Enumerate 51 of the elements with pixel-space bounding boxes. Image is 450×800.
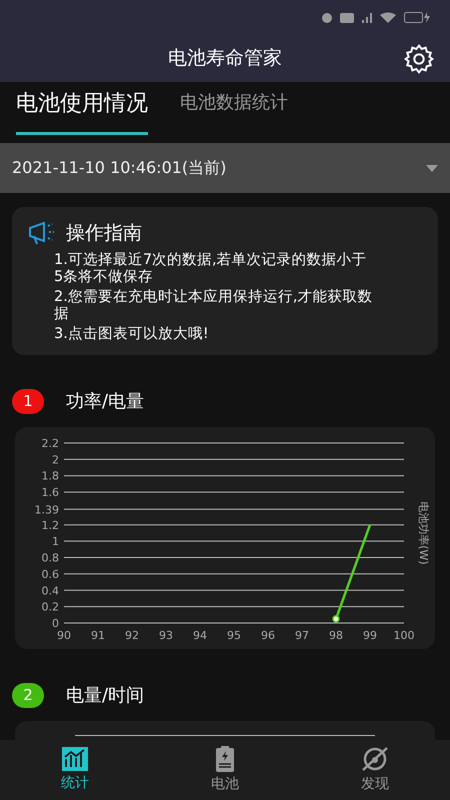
y-tick-label: 0.2 (42, 600, 59, 614)
battery-icon (215, 746, 235, 772)
guide-item: 3.点击图表可以放大哦! (54, 326, 210, 342)
nav-tab[interactable]: 统计 (35, 746, 115, 794)
tab[interactable]: 电池使用情况 (16, 87, 148, 135)
record-dropdown[interactable]: 2021-11-10 10:46:01(当前) (0, 143, 450, 193)
x-tick-label: 100 (394, 628, 414, 642)
y-tick-label: 0.8 (42, 551, 59, 564)
battery-status-icon (404, 12, 430, 23)
x-tick-label: 90 (57, 628, 71, 642)
tab[interactable]: 电池数据统计 (180, 89, 288, 135)
y-tick-label: 2.2 (42, 436, 59, 450)
dropdown-caret-icon (426, 164, 438, 172)
eye-orbit-icon (361, 746, 389, 772)
settings-button[interactable] (402, 42, 436, 76)
section-title: 电量/时间 (66, 684, 144, 708)
y-tick-label: 1.6 (42, 486, 59, 499)
x-tick-label: 97 (295, 628, 309, 642)
y-tick-label: 1.39 (34, 502, 59, 516)
x-tick-label: 98 (329, 628, 343, 642)
y-axis-title: 电池功率(W) (417, 500, 430, 564)
y-tick-label: 1.2 (42, 518, 59, 532)
x-tick-label: 96 (261, 628, 275, 642)
guide-title: 操作指南 (66, 221, 142, 246)
settings-icon (403, 43, 435, 75)
x-tick-label: 95 (227, 628, 241, 642)
y-tick-label: 0 (52, 616, 59, 630)
section-number: 2 (12, 682, 44, 708)
y-tick-label: 1.8 (42, 469, 59, 482)
nav-tab[interactable]: 电池 (185, 746, 265, 794)
x-tick-label: 91 (91, 628, 105, 642)
y-tick-label: 2 (52, 452, 59, 466)
signal-icon (362, 12, 372, 22)
alarm-icon (322, 12, 332, 22)
x-tick-label: 94 (193, 628, 207, 642)
guide-item: 2.您需要在充电时让本应用保持运行,才能获取数据 (54, 288, 373, 322)
app-title: 电池寿命管家 (168, 46, 282, 72)
x-tick-label: 93 (159, 628, 173, 642)
x-tick-label: 99 (363, 628, 377, 642)
guide-item: 1.可选择最近7次的数据,若单次记录的数据小于5条将不做保存 (54, 252, 368, 286)
x-tick-label: 92 (125, 628, 139, 642)
y-tick-label: 0.6 (42, 567, 59, 580)
bar-chart-icon (62, 746, 88, 770)
nav-tab[interactable]: 发现 (335, 746, 415, 794)
section-number: 1 (12, 388, 44, 414)
hd-icon (340, 12, 354, 22)
y-tick-label: 0.4 (42, 584, 59, 597)
wifi-icon (380, 12, 396, 23)
section-title: 功率/电量 (66, 390, 144, 414)
y-tick-label: 1 (52, 534, 59, 548)
data-point (332, 614, 340, 622)
